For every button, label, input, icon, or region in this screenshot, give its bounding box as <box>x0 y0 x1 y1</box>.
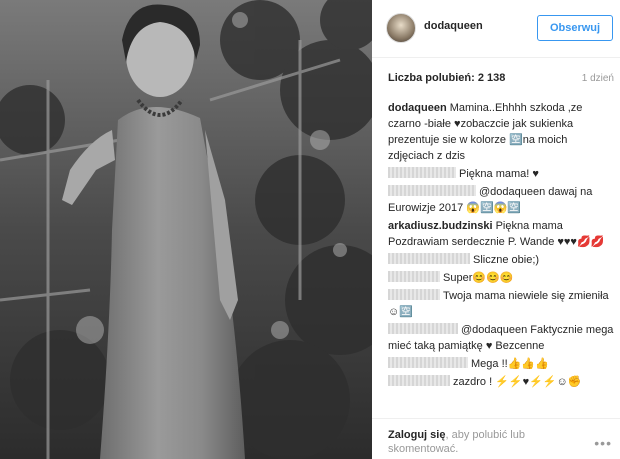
comment: Sliczne obie;) <box>388 252 614 268</box>
comment: dodaqueen Mamina..Ehhhh szkoda ,ze czarn… <box>388 100 614 164</box>
post-footer: Zaloguj się, aby polubić lub skomentować… <box>372 418 620 459</box>
post-photo[interactable] <box>0 0 372 459</box>
comment-text: Super😊😊😊 <box>443 272 514 284</box>
likes-count[interactable]: Liczba polubień: 2 138 <box>388 72 505 84</box>
comment: Super😊😊😊 <box>388 270 614 286</box>
comment: zazdro ! ⚡⚡♥⚡⚡☺✊ <box>388 374 614 390</box>
photo-image <box>0 0 372 459</box>
comment-text: Mega !!👍👍👍 <box>471 358 549 370</box>
comment: @dodaqueen dawaj na Eurowizje 2017 😱🈳😱🈳 <box>388 184 614 216</box>
redacted-username <box>388 185 476 196</box>
comment: Twoja mama niewiele się zmieniła ☺🈳 <box>388 288 614 320</box>
username-link[interactable]: dodaqueen <box>424 20 483 32</box>
follow-button[interactable]: Obserwuj <box>537 15 613 41</box>
comment-text: Piękna mama! ♥ <box>459 168 539 180</box>
comment-text: Sliczne obie;) <box>473 254 540 266</box>
redacted-username <box>388 271 440 282</box>
comment: arkadiusz.budzinski Piękna mama Pozdrawi… <box>388 218 614 250</box>
comment: Piękna mama! ♥ <box>388 166 614 182</box>
redacted-username <box>388 357 468 368</box>
likes-row: Liczba polubień: 2 138 1 dzień <box>388 72 614 88</box>
redacted-username <box>388 323 458 334</box>
post-sidebar: dodaqueen Obserwuj Liczba polubień: 2 13… <box>372 0 620 459</box>
redacted-username <box>388 289 440 300</box>
redacted-username <box>388 167 456 178</box>
redacted-username <box>388 375 450 386</box>
comment-username[interactable]: dodaqueen <box>388 102 447 114</box>
comment: @dodaqueen Faktycznie mega mieć taką pam… <box>388 322 614 354</box>
redacted-username <box>388 253 470 264</box>
comment: Mega !!👍👍👍 <box>388 356 614 372</box>
more-options-icon[interactable]: ••• <box>594 435 612 451</box>
login-prompt: Zaloguj się, aby polubić lub skomentować… <box>388 428 588 456</box>
post-header: dodaqueen Obserwuj <box>372 0 620 58</box>
comments-list: dodaqueen Mamina..Ehhhh szkoda ,ze czarn… <box>388 100 614 392</box>
comment-username[interactable]: arkadiusz.budzinski <box>388 220 493 232</box>
timestamp[interactable]: 1 dzień <box>582 73 614 84</box>
comment-text: zazdro ! ⚡⚡♥⚡⚡☺✊ <box>453 376 582 388</box>
avatar[interactable] <box>386 13 416 43</box>
login-link[interactable]: Zaloguj się <box>388 429 445 441</box>
